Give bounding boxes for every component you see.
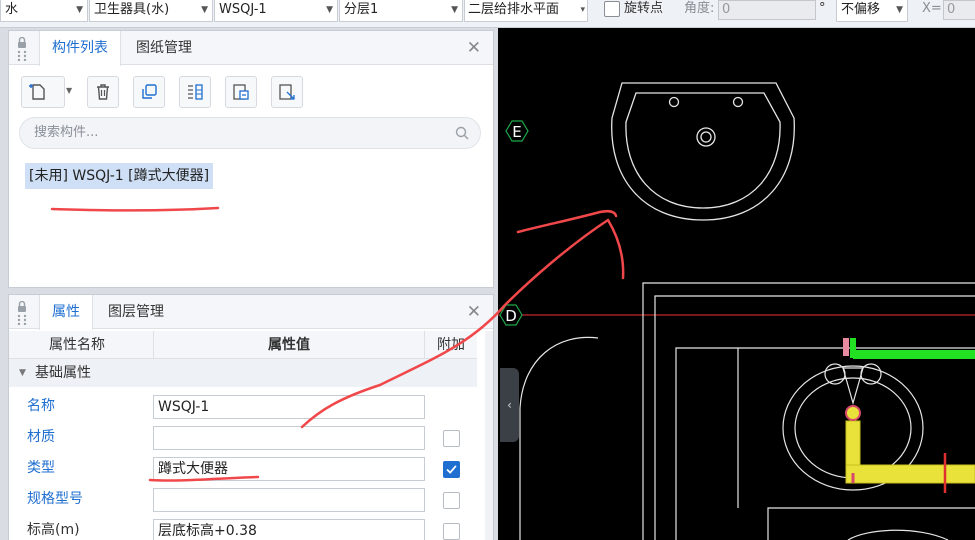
copy-icon [142,84,157,99]
lock-icon[interactable] [15,37,29,61]
tab-drawing-management[interactable]: 图纸管理 [124,31,204,65]
properties-table-header: 属性名称 属性值 附加 [9,331,477,359]
delete-component-button[interactable] [87,76,119,108]
property-value-input[interactable] [153,488,425,512]
axis-marker-e: E [505,120,529,142]
offset-combo-value: 不偏移 [841,2,881,17]
property-value-input[interactable]: WSQJ-1 [153,395,425,419]
lock-icon[interactable] [15,301,29,325]
cad-drawing: E D [498,82,975,540]
degree-symbol: ° [819,1,826,16]
floor-combo-value: 二层给排水平面 [468,2,560,17]
chevron-down-icon: ▾ [580,5,585,15]
property-value-input[interactable] [153,426,425,450]
delete-icon [97,84,109,100]
new-file-icon [29,84,45,100]
water-combo-value: 水 [5,2,19,17]
list-view-button[interactable] [179,76,211,108]
chevron-down-icon: ▼ [326,5,333,15]
app-window: 水 ▼ 卫生器具(水) ▼ WSQJ-1 ▼ 分层1 ▼ 二层给排水平面 ▾ 旋… [0,0,975,540]
properties-panel: 属性 图层管理 ✕ 属性名称 属性值 附加 ▼ 基础属性 名称 WSQJ-1 材… [8,294,494,540]
x-input[interactable]: 0 [943,0,975,20]
group-row-basic[interactable]: ▼ 基础属性 [9,359,477,387]
new-component-button[interactable] [21,76,65,108]
component-combo[interactable]: WSQJ-1 ▼ [214,0,338,22]
list-icon [188,84,203,100]
category-combo[interactable]: 卫生器具(水) ▼ [89,0,213,22]
wash-basin-drawing [611,82,795,221]
chevron-down-icon: ▼ [896,5,903,15]
layer-combo-value: 分层1 [344,2,379,17]
property-row-spec: 规格型号 [9,484,477,515]
cad-canvas[interactable]: E D [498,28,975,540]
chevron-down-icon: ▼ [76,5,83,15]
search-icon[interactable] [454,125,470,141]
component-combo-value: WSQJ-1 [219,2,267,17]
export-icon [279,84,295,100]
axis-label-e: E [512,123,521,141]
top-toolbar: 水 ▼ 卫生器具(水) ▼ WSQJ-1 ▼ 分层1 ▼ 二层给排水平面 ▾ 旋… [0,0,975,28]
axis-label-d: D [505,307,517,325]
tab-component-list[interactable]: 构件列表 [39,31,121,66]
property-name: 类型 [27,460,55,476]
property-row-material: 材质 [9,422,477,453]
property-value-input[interactable]: 层底标高+0.38 [153,519,425,540]
column-header-name: 属性名称 [49,337,105,353]
tab-properties[interactable]: 属性 [39,295,93,330]
axis-marker-d: D [499,304,523,326]
chevron-down-icon: ▼ [451,5,458,15]
wall-lines [519,282,975,540]
checkmark-icon [446,465,457,474]
properties-panel-header: 属性 图层管理 ✕ [9,295,493,330]
extra-checkbox[interactable] [443,430,460,447]
import-icon [233,84,249,100]
import-component-button[interactable] [225,76,257,108]
chevron-down-icon[interactable]: ▼ [66,86,72,95]
property-value-input[interactable]: 蹲式大便器 [153,457,425,481]
extra-checkbox-checked[interactable] [443,461,460,478]
property-row-name: 名称 WSQJ-1 [9,391,477,422]
properties-scrollbar[interactable] [485,331,493,540]
offset-combo[interactable]: 不偏移 ▼ [836,0,908,22]
caret-down-icon[interactable]: ▼ [19,359,26,387]
close-icon[interactable]: ✕ [467,302,481,322]
property-name: 名称 [27,398,55,414]
export-component-button[interactable] [271,76,303,108]
property-row-type: 类型 蹲式大便器 [9,453,477,484]
property-row-elevation: 标高(m) 层底标高+0.38 [9,515,477,540]
x-label: X= [922,1,942,16]
floor-combo[interactable]: 二层给排水平面 ▾ [464,0,588,22]
water-combo[interactable]: 水 ▼ [0,0,88,22]
extra-checkbox[interactable] [443,523,460,540]
group-label: 基础属性 [35,365,91,381]
component-panel-header: 构件列表 图纸管理 ✕ [9,31,493,66]
component-list-item[interactable]: [未用] WSQJ-1 [蹲式大便器] [25,163,214,189]
column-header-value: 属性值 [153,331,425,359]
component-search-input[interactable]: 搜索构件... [19,117,481,149]
category-combo-value: 卫生器具(水) [94,2,170,17]
close-icon[interactable]: ✕ [467,38,481,58]
angle-label: 角度: [684,1,715,16]
rotate-point-checkbox[interactable] [604,1,620,17]
property-name: 规格型号 [27,491,83,507]
column-header-extra: 附加 [437,337,465,353]
property-name: 材质 [27,429,55,445]
angle-input[interactable]: 0 [718,0,816,20]
extra-checkbox[interactable] [443,492,460,509]
collapse-panel-button[interactable]: ‹ [500,368,519,442]
rotate-point-label: 旋转点 [624,1,664,16]
component-list-panel: 构件列表 图纸管理 ✕ ▼ 搜索构件... [未用] WSQJ-1 [蹲式大便器… [8,30,494,288]
layer-combo[interactable]: 分层1 ▼ [339,0,463,22]
copy-component-button[interactable] [133,76,165,108]
chevron-down-icon: ▼ [201,5,208,15]
tab-layer-management[interactable]: 图层管理 [96,295,176,329]
property-name: 标高(m) [27,522,80,538]
search-placeholder: 搜索构件... [34,125,99,140]
